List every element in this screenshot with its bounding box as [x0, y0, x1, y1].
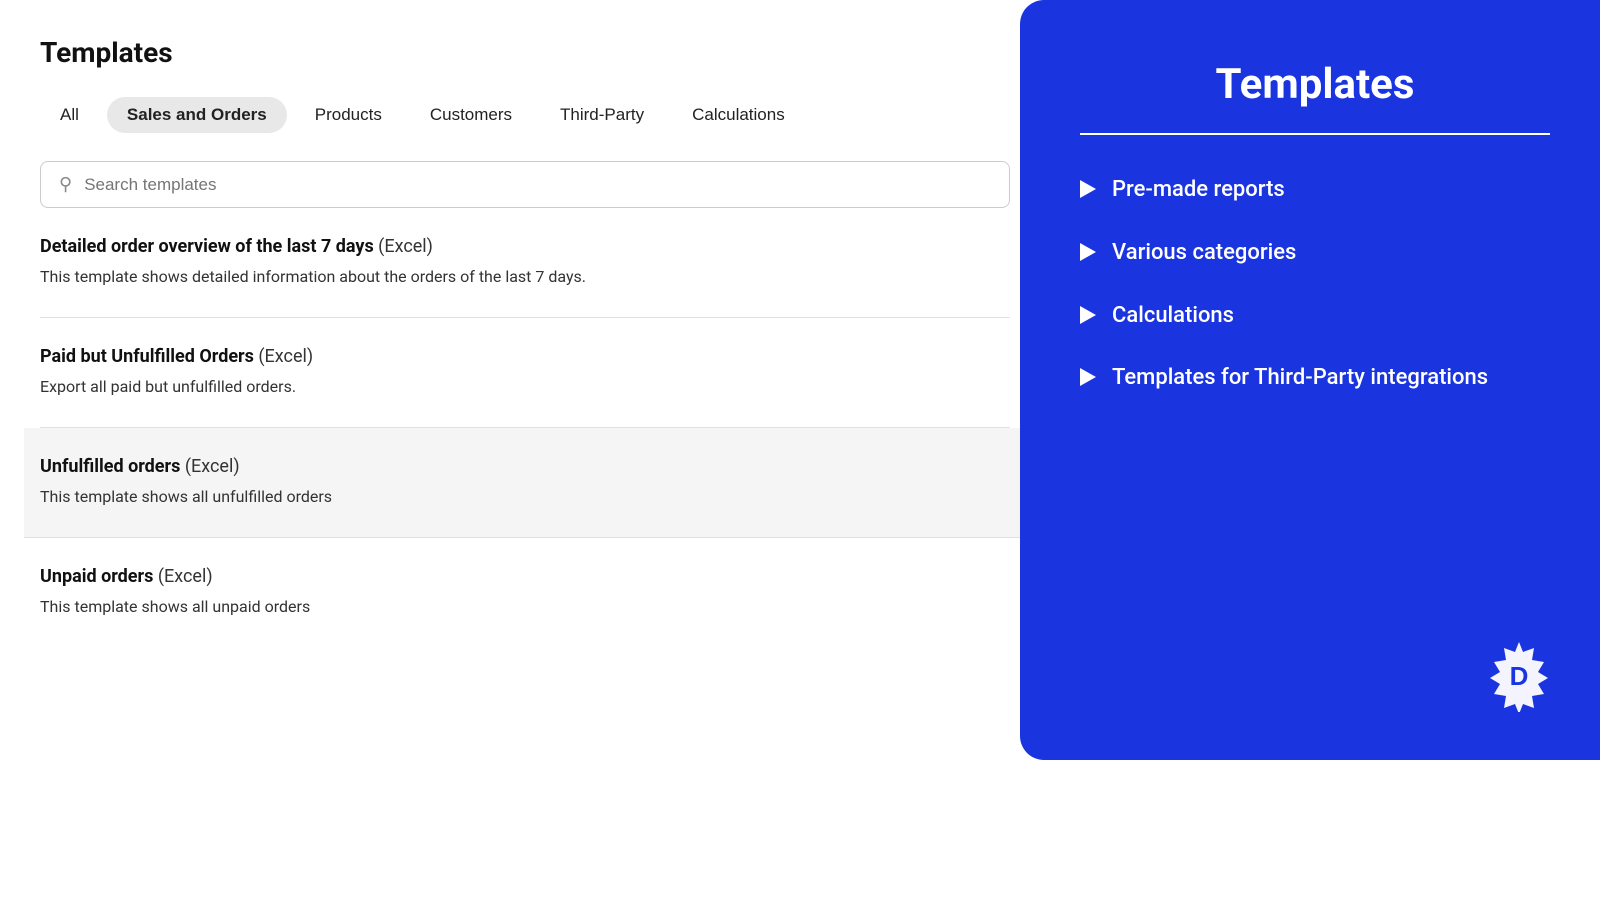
panel-feature-pre-made: Pre-made reports	[1080, 175, 1550, 206]
template-desc-unpaid-orders: This template shows all unpaid orders	[40, 595, 1010, 619]
search-input[interactable]	[84, 175, 991, 195]
template-item-detailed-order[interactable]: Detailed order overview of the last 7 da…	[40, 208, 1010, 318]
bullet-icon-pre-made	[1080, 180, 1096, 198]
panel-feature-list: Pre-made reports Various categories Calc…	[1080, 175, 1550, 394]
template-desc-unfulfilled-orders: This template shows all unfulfilled orde…	[40, 485, 1010, 509]
template-desc-paid-unfulfilled: Export all paid but unfulfilled orders.	[40, 375, 1010, 399]
bullet-icon-calculations	[1080, 306, 1096, 324]
tab-customers[interactable]: Customers	[410, 97, 532, 133]
template-item-paid-unfulfilled[interactable]: Paid but Unfulfilled Orders (Excel) Expo…	[40, 318, 1010, 428]
tab-third-party[interactable]: Third-Party	[540, 97, 664, 133]
tab-products[interactable]: Products	[295, 97, 402, 133]
bullet-icon-categories	[1080, 243, 1096, 261]
panel-title: Templates	[1080, 60, 1550, 109]
template-title-unfulfilled-orders: Unfulfilled orders (Excel)	[40, 456, 1010, 477]
panel-feature-categories: Various categories	[1080, 238, 1550, 269]
search-icon: ⚲	[59, 174, 72, 195]
tabs-bar: All Sales and Orders Products Customers …	[40, 97, 1010, 133]
template-title-paid-unfulfilled: Paid but Unfulfilled Orders (Excel)	[40, 346, 1010, 367]
panel-feature-third-party: Templates for Third-Party integrations	[1080, 363, 1550, 394]
tab-calculations[interactable]: Calculations	[672, 97, 805, 133]
main-content: Templates All Sales and Orders Products …	[0, 0, 1050, 683]
d-badge-icon: D	[1482, 638, 1556, 712]
blue-panel: Templates Pre-made reports Various categ…	[1020, 0, 1600, 760]
template-item-unpaid-orders[interactable]: Unpaid orders (Excel) This template show…	[40, 538, 1010, 647]
tab-all[interactable]: All	[40, 97, 99, 133]
template-title-detailed-order: Detailed order overview of the last 7 da…	[40, 236, 1010, 257]
svg-text:D: D	[1510, 661, 1529, 691]
panel-divider	[1080, 133, 1550, 135]
page-title: Templates	[40, 36, 1010, 69]
panel-badge-container: D	[1482, 638, 1556, 716]
bullet-icon-third-party	[1080, 368, 1096, 386]
panel-feature-calculations: Calculations	[1080, 301, 1550, 332]
tab-sales-and-orders[interactable]: Sales and Orders	[107, 97, 287, 133]
template-list: Detailed order overview of the last 7 da…	[40, 208, 1010, 647]
search-container: ⚲	[40, 161, 1010, 208]
template-desc-detailed-order: This template shows detailed information…	[40, 265, 1010, 289]
template-title-unpaid-orders: Unpaid orders (Excel)	[40, 566, 1010, 587]
template-item-unfulfilled-orders[interactable]: Unfulfilled orders (Excel) This template…	[24, 428, 1026, 538]
